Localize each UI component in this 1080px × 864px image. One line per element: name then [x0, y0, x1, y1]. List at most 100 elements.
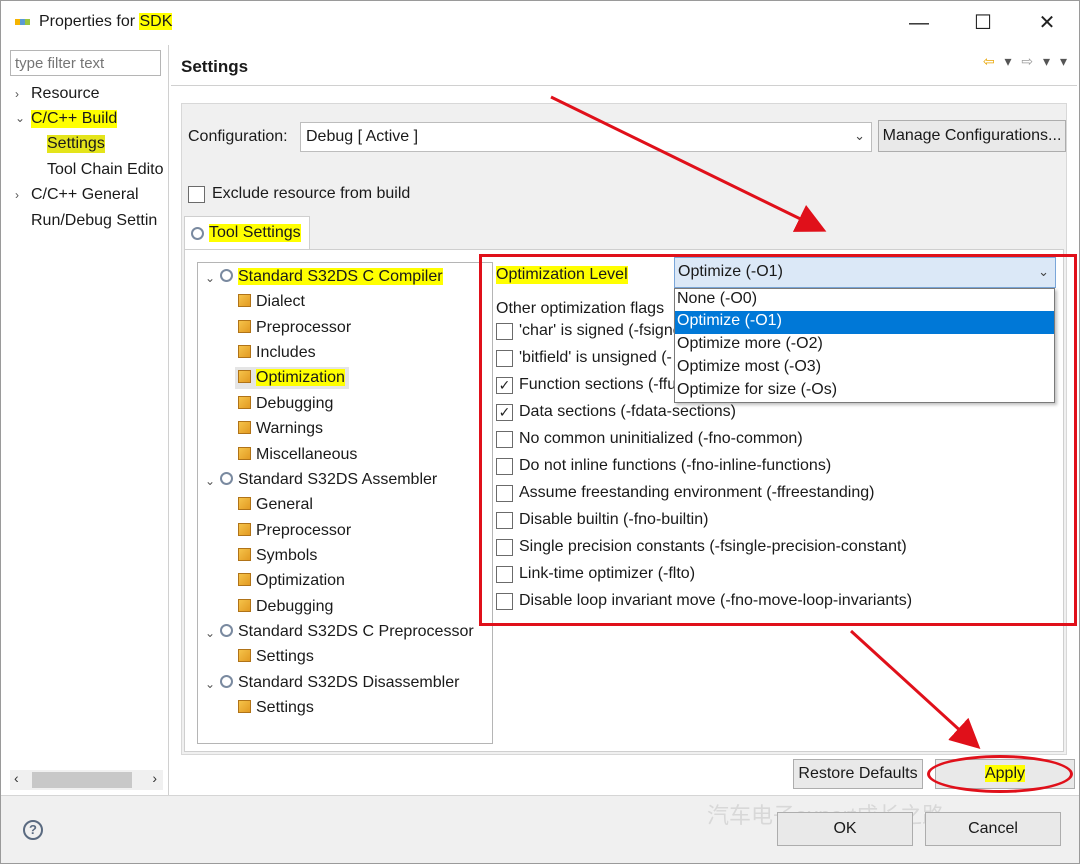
maximize-button[interactable]: ☐ [961, 9, 1005, 37]
settings-page-icon [238, 370, 251, 383]
gear-icon [220, 675, 233, 688]
optimization-level-dropdown: None (-O0) Optimize (-O1) Optimize more … [674, 288, 1055, 403]
flag-label: Do not inline functions (-fno-inline-fun… [519, 457, 832, 474]
tree-item-warnings[interactable]: Warnings [238, 420, 323, 438]
optimization-level-select[interactable]: Optimize (-O1) ⌄ [674, 257, 1056, 288]
tree-item-c-compiler[interactable]: Standard S32DS C Compiler [220, 268, 443, 286]
flag-label: No common uninitialized (-fno-common) [519, 430, 803, 447]
settings-page: Settings ⇦ ▾ ⇨ ▾ ▾ Configuration: Debug … [171, 45, 1077, 795]
settings-panel: Configuration: Debug [ Active ] ⌄ Manage… [181, 103, 1077, 755]
scroll-right-icon[interactable]: › [152, 770, 157, 786]
nav-item-cc-general[interactable]: C/C++ General [31, 186, 139, 204]
view-menu-icon[interactable]: ▾ [1060, 53, 1067, 69]
gear-icon [220, 624, 233, 637]
flag-checkbox-bitfield-unsigned[interactable] [496, 350, 513, 367]
nav-item-run-debug-settings[interactable]: Run/Debug Settin [31, 212, 157, 230]
filter-input[interactable] [10, 50, 161, 76]
settings-page-icon [238, 649, 251, 662]
flag-checkbox-data-sections[interactable]: ✓ [496, 404, 513, 421]
dropdown-option-o2[interactable]: Optimize more (-O2) [675, 334, 1054, 357]
chevron-right-icon[interactable]: › [15, 188, 19, 202]
flag-checkbox-no-common[interactable] [496, 431, 513, 448]
tree-item-assembler[interactable]: Standard S32DS Assembler [220, 471, 437, 489]
manage-configurations-button[interactable]: Manage Configurations... [878, 120, 1066, 152]
back-menu-icon[interactable]: ▾ [1005, 53, 1012, 69]
dropdown-option-os[interactable]: Optimize for size (-Os) [675, 380, 1054, 403]
chevron-right-icon[interactable]: › [15, 87, 19, 101]
flag-checkbox-freestanding[interactable] [496, 485, 513, 502]
tree-item-miscellaneous[interactable]: Miscellaneous [238, 446, 357, 464]
nav-item-tool-chain-editor[interactable]: Tool Chain Edito [47, 161, 164, 179]
tree-item-includes[interactable]: Includes [238, 344, 316, 362]
horizontal-scrollbar[interactable]: ‹ › [10, 770, 163, 790]
configuration-select[interactable]: Debug [ Active ] ⌄ [300, 122, 872, 152]
apply-annotation-ellipse [927, 755, 1073, 793]
tree-item-asm-debugging[interactable]: Debugging [238, 598, 333, 616]
tab-tool-settings[interactable]: Tool Settings [184, 216, 310, 250]
scroll-thumb[interactable] [32, 772, 132, 788]
settings-page-icon [238, 320, 251, 333]
flag-label: 'char' is signed (-fsigne [519, 322, 682, 339]
tree-item-asm-preprocessor[interactable]: Preprocessor [238, 522, 351, 540]
flag-label: Disable builtin (-fno-builtin) [519, 511, 709, 528]
flag-checkbox-function-sections[interactable]: ✓ [496, 377, 513, 394]
settings-page-icon [238, 421, 251, 434]
flag-checkbox-no-inline[interactable] [496, 458, 513, 475]
tree-item-optimization-selected[interactable]: Optimization [235, 367, 349, 389]
chevron-down-icon[interactable]: ⌄ [15, 111, 25, 125]
nav-item-settings[interactable]: Settings [47, 135, 105, 153]
property-nav-pane: › Resource ⌄ C/C++ Build Settings Tool C… [3, 45, 169, 795]
header-divider [171, 85, 1077, 86]
cancel-button[interactable]: Cancel [925, 812, 1061, 846]
tree-item-disasm-settings[interactable]: Settings [238, 699, 314, 717]
tree-item-debugging[interactable]: Debugging [238, 395, 333, 413]
back-arrow-icon[interactable]: ⇦ [983, 53, 995, 69]
settings-page-icon [238, 599, 251, 612]
flag-label: 'bitfield' is unsigned (- [519, 349, 672, 366]
flag-label: Data sections (-fdata-sections) [519, 403, 736, 420]
forward-arrow-icon[interactable]: ⇨ [1021, 53, 1033, 69]
restore-defaults-button[interactable]: Restore Defaults [793, 759, 923, 789]
ok-button[interactable]: OK [777, 812, 913, 846]
dropdown-option-o0[interactable]: None (-O0) [675, 289, 1054, 312]
flag-checkbox-loop-invariants[interactable] [496, 593, 513, 610]
flag-label: Function sections (-ffu [519, 376, 677, 393]
gear-icon [220, 269, 233, 282]
tree-item-asm-optimization[interactable]: Optimization [238, 572, 345, 590]
tree-item-c-preprocessor[interactable]: Standard S32DS C Preprocessor [220, 623, 474, 641]
configuration-label: Configuration: [188, 128, 288, 145]
gear-icon [191, 227, 204, 240]
chevron-down-icon[interactable]: ⌄ [205, 677, 215, 691]
tree-item-disassembler[interactable]: Standard S32DS Disassembler [220, 674, 459, 692]
nav-item-cc-build[interactable]: C/C++ Build [31, 110, 118, 128]
exclude-resource-checkbox[interactable] [188, 186, 205, 203]
chevron-down-icon[interactable]: ⌄ [205, 271, 215, 285]
minimize-button[interactable]: — [897, 9, 941, 37]
settings-page-icon [238, 345, 251, 358]
flag-checkbox-flto[interactable] [496, 566, 513, 583]
tree-item-general[interactable]: General [238, 496, 313, 514]
dropdown-option-o3[interactable]: Optimize most (-O3) [675, 357, 1054, 380]
chevron-down-icon[interactable]: ⌄ [205, 474, 215, 488]
nav-item-resource[interactable]: Resource [31, 85, 99, 103]
close-button[interactable]: ✕ [1025, 9, 1069, 37]
flag-checkbox-no-builtin[interactable] [496, 512, 513, 529]
project-name: SDK [139, 13, 173, 30]
configuration-value: Debug [ Active ] [306, 128, 419, 145]
tree-item-preprocessor[interactable]: Preprocessor [238, 319, 351, 337]
settings-page-icon [238, 294, 251, 307]
tree-item-cpp-settings[interactable]: Settings [238, 648, 314, 666]
help-icon[interactable]: ? [23, 820, 43, 840]
tree-item-dialect[interactable]: Dialect [238, 293, 305, 311]
chevron-down-icon[interactable]: ⌄ [205, 626, 215, 640]
tree-item-symbols[interactable]: Symbols [238, 547, 317, 565]
dropdown-option-o1-selected[interactable]: Optimize (-O1) [675, 311, 1054, 334]
settings-page-icon [238, 573, 251, 586]
gear-icon [220, 472, 233, 485]
settings-page-icon [238, 497, 251, 510]
chevron-down-icon: ⌄ [854, 128, 865, 143]
scroll-left-icon[interactable]: ‹ [14, 770, 19, 786]
flag-checkbox-single-precision[interactable] [496, 539, 513, 556]
forward-menu-icon[interactable]: ▾ [1043, 53, 1050, 69]
flag-checkbox-char-signed[interactable] [496, 323, 513, 340]
